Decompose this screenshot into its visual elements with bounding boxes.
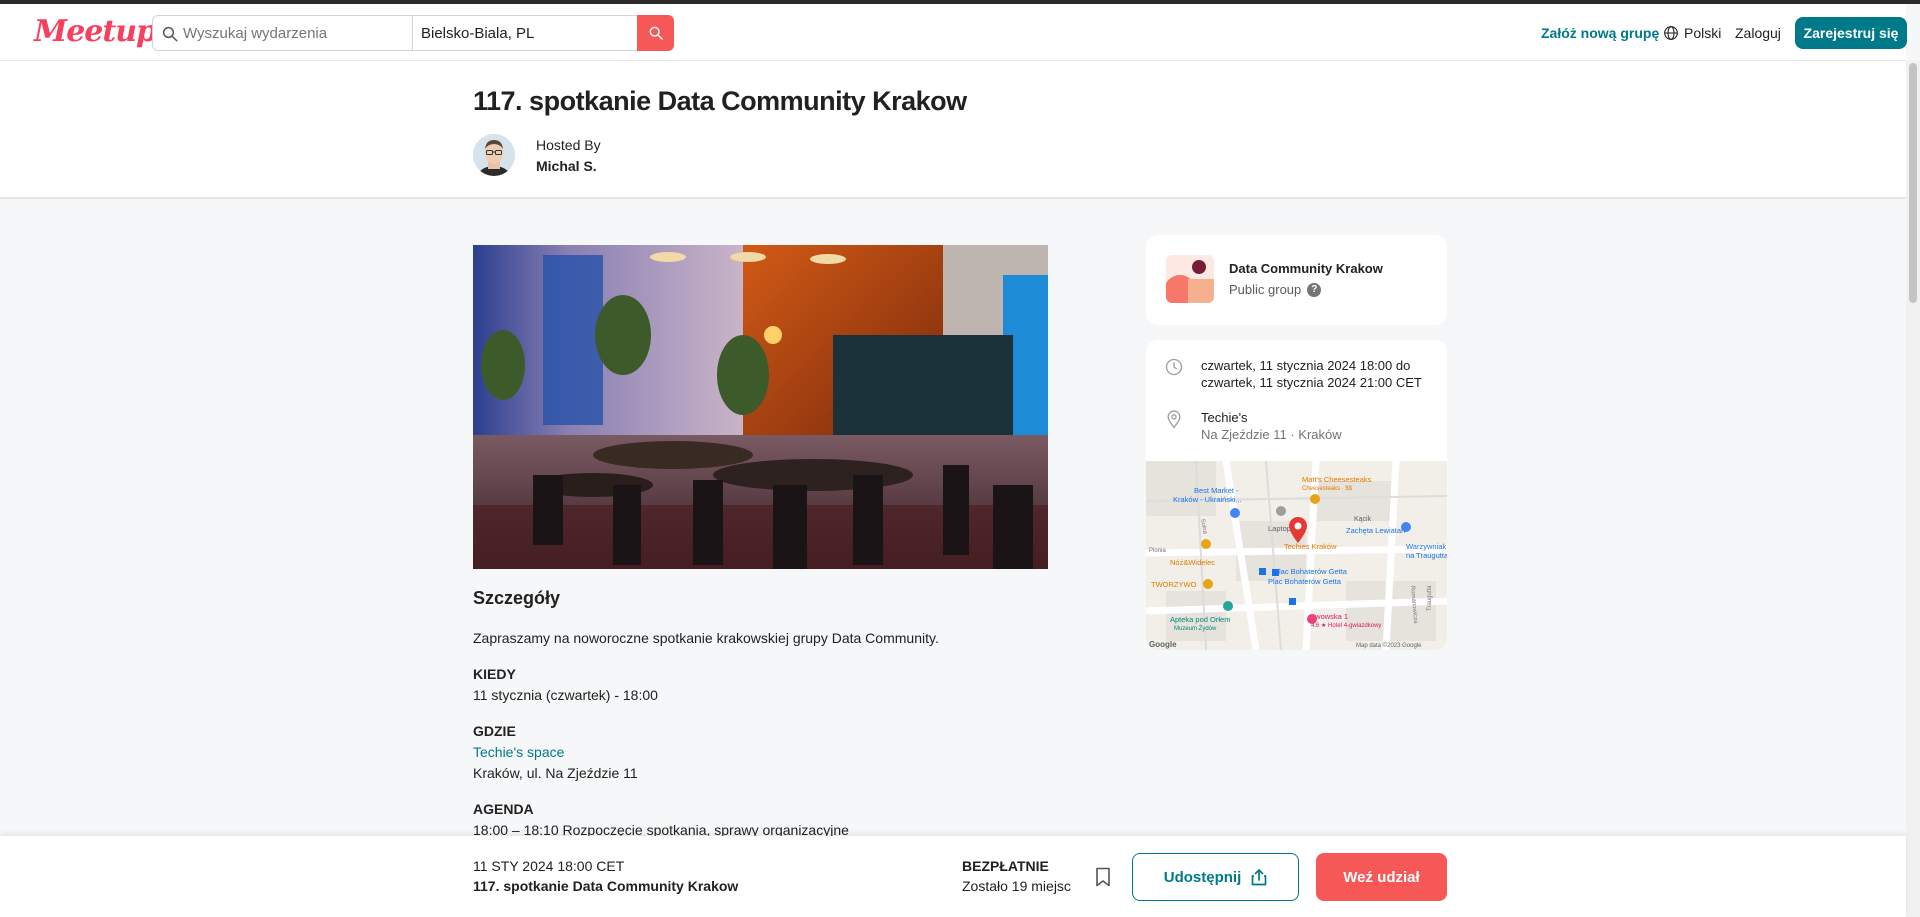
datetime-start: czwartek, 11 stycznia 2024 18:00 do bbox=[1201, 358, 1411, 373]
where-link[interactable]: Techie's space bbox=[473, 744, 564, 760]
search-bar bbox=[152, 15, 674, 51]
svg-text:Nóż&Widelec: Nóż&Widelec bbox=[1170, 558, 1215, 567]
venue-address: Na Zjeździe 11 · Kraków bbox=[1201, 427, 1342, 442]
page-title: 117. spotkanie Data Community Krakow bbox=[473, 86, 967, 116]
svg-text:Google: Google bbox=[1149, 640, 1177, 649]
venue-name[interactable]: Techie's bbox=[1201, 409, 1342, 426]
where-address: Kraków, ul. Na Zjeździe 11 bbox=[473, 765, 638, 781]
where-label: GDZIE bbox=[473, 723, 516, 739]
host-name[interactable]: Michal S. bbox=[536, 158, 597, 174]
details-intro: Zapraszamy na noworoczne spotkanie krako… bbox=[473, 630, 939, 646]
group-type: Public group ? bbox=[1229, 282, 1322, 297]
group-name[interactable]: Data Community Krakow bbox=[1229, 261, 1383, 276]
top-header: Meetup Załóż nową grupę Polski Zaloguj Z… bbox=[0, 4, 1907, 61]
language-selector[interactable]: Polski bbox=[1663, 4, 1721, 61]
event-photo bbox=[473, 245, 1048, 569]
svg-text:Plac Bohaterów Getta: Plac Bohaterów Getta bbox=[1268, 577, 1342, 586]
svg-text:na Traugutta: na Traugutta bbox=[1406, 551, 1447, 560]
svg-text:Best Market -: Best Market - bbox=[1194, 486, 1239, 495]
details-heading: Szczegóły bbox=[473, 588, 561, 608]
bookmark-icon[interactable] bbox=[1094, 867, 1112, 887]
language-label: Polski bbox=[1684, 24, 1722, 41]
svg-text:Plac Bohaterów Getta: Plac Bohaterów Getta bbox=[1274, 567, 1348, 576]
hosted-by-label: Hosted By bbox=[536, 137, 601, 153]
agenda-label: AGENDA bbox=[473, 801, 534, 817]
svg-text:Muzeum Żydów: Muzeum Żydów bbox=[1174, 625, 1217, 632]
search-button[interactable] bbox=[637, 15, 674, 51]
svg-text:Warzywniak: Warzywniak bbox=[1406, 542, 1446, 551]
datetime-end: czwartek, 11 stycznia 2024 21:00 CET bbox=[1201, 375, 1422, 390]
svg-text:Kraków - Ukraiński...: Kraków - Ukraiński... bbox=[1173, 495, 1242, 504]
svg-text:TWORZYWO: TWORZYWO bbox=[1151, 580, 1197, 589]
group-card[interactable]: Data Community Krakow Public group ? bbox=[1146, 235, 1447, 325]
svg-text:Kącik: Kącik bbox=[1354, 516, 1372, 523]
group-thumbnail bbox=[1166, 255, 1214, 303]
price-label: BEZPŁATNIE bbox=[962, 858, 1049, 874]
when-label: KIEDY bbox=[473, 666, 516, 682]
when-value: 11 stycznia (czwartek) - 18:00 bbox=[473, 687, 658, 703]
location-pin-icon bbox=[1167, 410, 1181, 429]
event-datetime: czwartek, 11 stycznia 2024 18:00 do czwa… bbox=[1201, 357, 1422, 391]
register-button[interactable]: Zarejestruj się bbox=[1795, 17, 1907, 49]
help-icon[interactable]: ? bbox=[1307, 282, 1322, 297]
svg-text:Cheesesteaks · $$: Cheesesteaks · $$ bbox=[1302, 486, 1353, 492]
clock-icon bbox=[1165, 358, 1183, 376]
search-icon bbox=[649, 26, 663, 40]
globe-icon bbox=[1664, 25, 1678, 40]
bottom-event-date: 11 STY 2024 18:00 CET bbox=[473, 858, 625, 874]
search-divider bbox=[412, 16, 413, 50]
share-icon bbox=[1251, 869, 1267, 886]
event-venue-image bbox=[473, 245, 1048, 569]
share-button[interactable]: Udostępnij bbox=[1132, 853, 1299, 901]
event-venue: Techie's Na Zjeździe 11 · Kraków bbox=[1201, 409, 1342, 443]
create-group-link[interactable]: Załóż nową grupę bbox=[1541, 4, 1659, 61]
group-type-label: Public group bbox=[1229, 282, 1302, 297]
svg-text:Zachęta Lewiatan: Zachęta Lewiatan bbox=[1346, 526, 1405, 535]
svg-text:Map data ©2023 Google: Map data ©2023 Google bbox=[1356, 642, 1422, 649]
vertical-scrollbar[interactable] bbox=[1906, 61, 1920, 917]
svg-text:Plonia: Plonia bbox=[1149, 548, 1166, 554]
event-title-section: 117. spotkanie Data Community Krakow Hos… bbox=[0, 61, 1906, 199]
event-info-card: czwartek, 11 stycznia 2024 18:00 do czwa… bbox=[1146, 340, 1447, 650]
scrollbar-thumb[interactable] bbox=[1909, 63, 1917, 303]
sticky-attend-bar: 11 STY 2024 18:00 CET 117. spotkanie Dat… bbox=[0, 836, 1906, 917]
svg-text:Laptop: Laptop bbox=[1268, 524, 1291, 533]
map-graphic: Matt's Cheesesteaks Cheesesteaks · $$ Be… bbox=[1146, 460, 1447, 650]
login-link[interactable]: Zaloguj bbox=[1735, 4, 1781, 61]
venue-map[interactable]: Matt's Cheesesteaks Cheesesteaks · $$ Be… bbox=[1146, 460, 1447, 650]
location-input[interactable] bbox=[421, 16, 621, 50]
host-photo bbox=[473, 134, 515, 176]
group-logo-icon bbox=[1166, 255, 1214, 303]
spots-left: Zostało 19 miejsc bbox=[962, 878, 1071, 894]
svg-text:Matt's Cheesesteaks: Matt's Cheesesteaks bbox=[1302, 475, 1372, 484]
meetup-logo[interactable]: Meetup bbox=[34, 14, 157, 49]
svg-text:Traugutta: Traugutta bbox=[1427, 585, 1433, 611]
svg-text:Techies Kraków: Techies Kraków bbox=[1284, 542, 1337, 551]
bottom-event-title: 117. spotkanie Data Community Krakow bbox=[473, 878, 739, 894]
svg-text:Apteka pod Orłem: Apteka pod Orłem bbox=[1170, 615, 1230, 624]
host-avatar[interactable] bbox=[473, 134, 515, 176]
share-button-label: Udostępnij bbox=[1163, 868, 1242, 886]
svg-text:4.6 ★ Hotel 4-gwiazdkowy: 4.6 ★ Hotel 4-gwiazdkowy bbox=[1311, 622, 1381, 629]
attend-button[interactable]: Weź udział bbox=[1316, 853, 1447, 901]
search-icon bbox=[162, 26, 178, 42]
